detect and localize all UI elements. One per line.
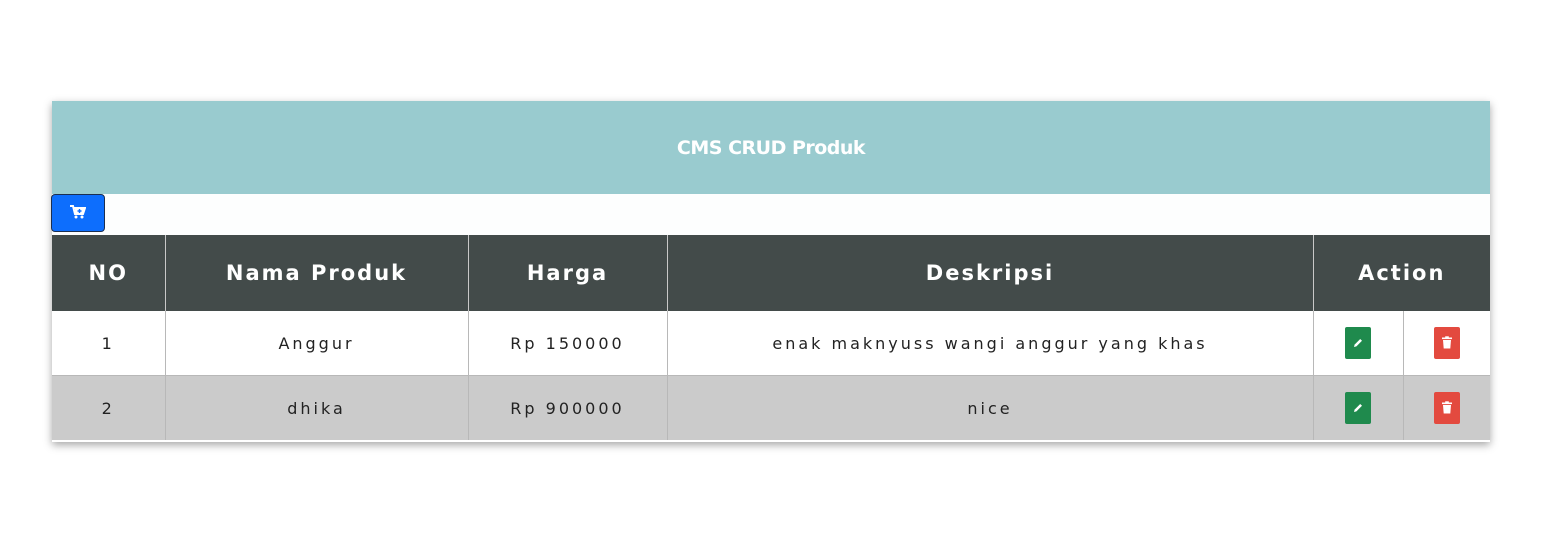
edit-button[interactable] <box>1345 392 1371 424</box>
table-header-row: NO Nama Produk Harga Deskripsi Action <box>52 235 1491 311</box>
page-title: CMS CRUD Produk <box>676 136 866 159</box>
cart-plus-icon <box>70 204 87 223</box>
toolbar <box>51 194 1490 235</box>
pencil-icon <box>1352 334 1364 353</box>
cell-deskripsi: enak maknyuss wangi anggur yang khas <box>667 311 1314 376</box>
column-header-deskripsi: Deskripsi <box>667 235 1314 311</box>
cell-harga: Rp 150000 <box>468 311 668 376</box>
add-product-button[interactable] <box>51 194 105 232</box>
column-header-harga: Harga <box>468 235 668 311</box>
column-header-nama-produk: Nama Produk <box>165 235 469 311</box>
column-header-action: Action <box>1313 235 1491 311</box>
pencil-icon <box>1352 399 1364 418</box>
cell-edit <box>1313 375 1404 440</box>
cell-delete <box>1403 375 1491 440</box>
cell-no: 2 <box>52 375 166 440</box>
table-row: 1 Anggur Rp 150000 enak maknyuss wangi a… <box>52 311 1491 376</box>
table-row: 2 dhika Rp 900000 nice <box>52 375 1491 440</box>
delete-button[interactable] <box>1433 327 1460 359</box>
trash-icon <box>1441 399 1453 418</box>
trash-icon <box>1441 334 1453 353</box>
cell-nama: Anggur <box>165 311 469 376</box>
cell-delete <box>1403 311 1491 376</box>
panel-header: CMS CRUD Produk <box>52 101 1490 194</box>
cell-harga: Rp 900000 <box>468 375 668 440</box>
delete-button[interactable] <box>1433 392 1460 424</box>
product-table: NO Nama Produk Harga Deskripsi Action 1 … <box>52 235 1491 440</box>
cell-edit <box>1313 311 1404 376</box>
product-panel: CMS CRUD Produk NO Nama Produk Harga Des… <box>51 101 1491 442</box>
cell-no: 1 <box>52 311 166 376</box>
cell-deskripsi: nice <box>667 375 1314 440</box>
edit-button[interactable] <box>1345 327 1371 359</box>
column-header-no: NO <box>52 235 166 311</box>
cell-nama: dhika <box>165 375 469 440</box>
